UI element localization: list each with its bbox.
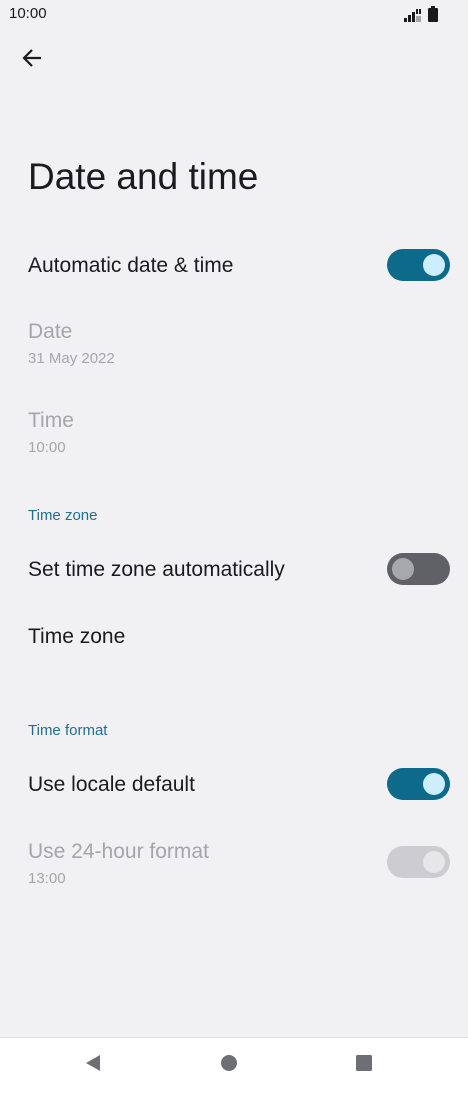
automatic-date-time-toggle[interactable] [387, 249, 450, 281]
home-circle-icon [220, 1054, 238, 1077]
recents-square-icon [355, 1054, 373, 1077]
setting-summary: 13:00 [28, 870, 66, 887]
setting-use-locale-default[interactable]: Use locale default [0, 755, 468, 815]
use-locale-default-toggle[interactable] [387, 768, 450, 800]
signal-icon [404, 8, 422, 27]
section-header-time-zone: Time zone [28, 507, 98, 524]
battery-icon [428, 6, 438, 27]
back-button[interactable] [12, 40, 52, 80]
status-icons [404, 6, 438, 27]
status-time: 10:00 [9, 5, 47, 22]
setting-set-time-zone-automatically[interactable]: Set time zone automatically [0, 540, 468, 600]
nav-back-button[interactable] [78, 1050, 108, 1080]
setting-title: Use locale default [28, 773, 195, 796]
setting-title: Set time zone automatically [28, 558, 285, 581]
setting-use-24-hour-format: Use 24-hour format 13:00 [0, 830, 468, 896]
setting-summary: 10:00 [28, 439, 66, 456]
nav-home-button[interactable] [214, 1050, 244, 1080]
status-bar: 10:00 [0, 0, 468, 30]
use-24-hour-format-toggle [387, 846, 450, 878]
nav-recents-button[interactable] [349, 1050, 379, 1080]
setting-time: Time 10:00 [0, 400, 468, 470]
setting-time-zone[interactable]: Time zone [0, 610, 468, 666]
arrow-left-icon [21, 47, 43, 74]
setting-title: Automatic date & time [28, 254, 234, 277]
toggle-thumb [392, 558, 414, 580]
set-time-zone-automatically-toggle[interactable] [387, 553, 450, 585]
setting-title: Date [28, 320, 73, 343]
toggle-thumb [423, 851, 445, 873]
back-triangle-icon [84, 1054, 102, 1077]
page-title: Date and time [28, 156, 259, 197]
setting-date: Date 31 May 2022 [0, 310, 468, 380]
navigation-bar [0, 1037, 468, 1093]
setting-title: Time [28, 409, 74, 432]
setting-automatic-date-time[interactable]: Automatic date & time [0, 236, 468, 296]
setting-title: Use 24-hour format [28, 840, 209, 863]
setting-title: Time zone [28, 625, 126, 648]
section-header-time-format: Time format [28, 722, 108, 739]
toggle-thumb [423, 773, 445, 795]
toggle-thumb [423, 254, 445, 276]
setting-summary: 31 May 2022 [28, 350, 115, 367]
